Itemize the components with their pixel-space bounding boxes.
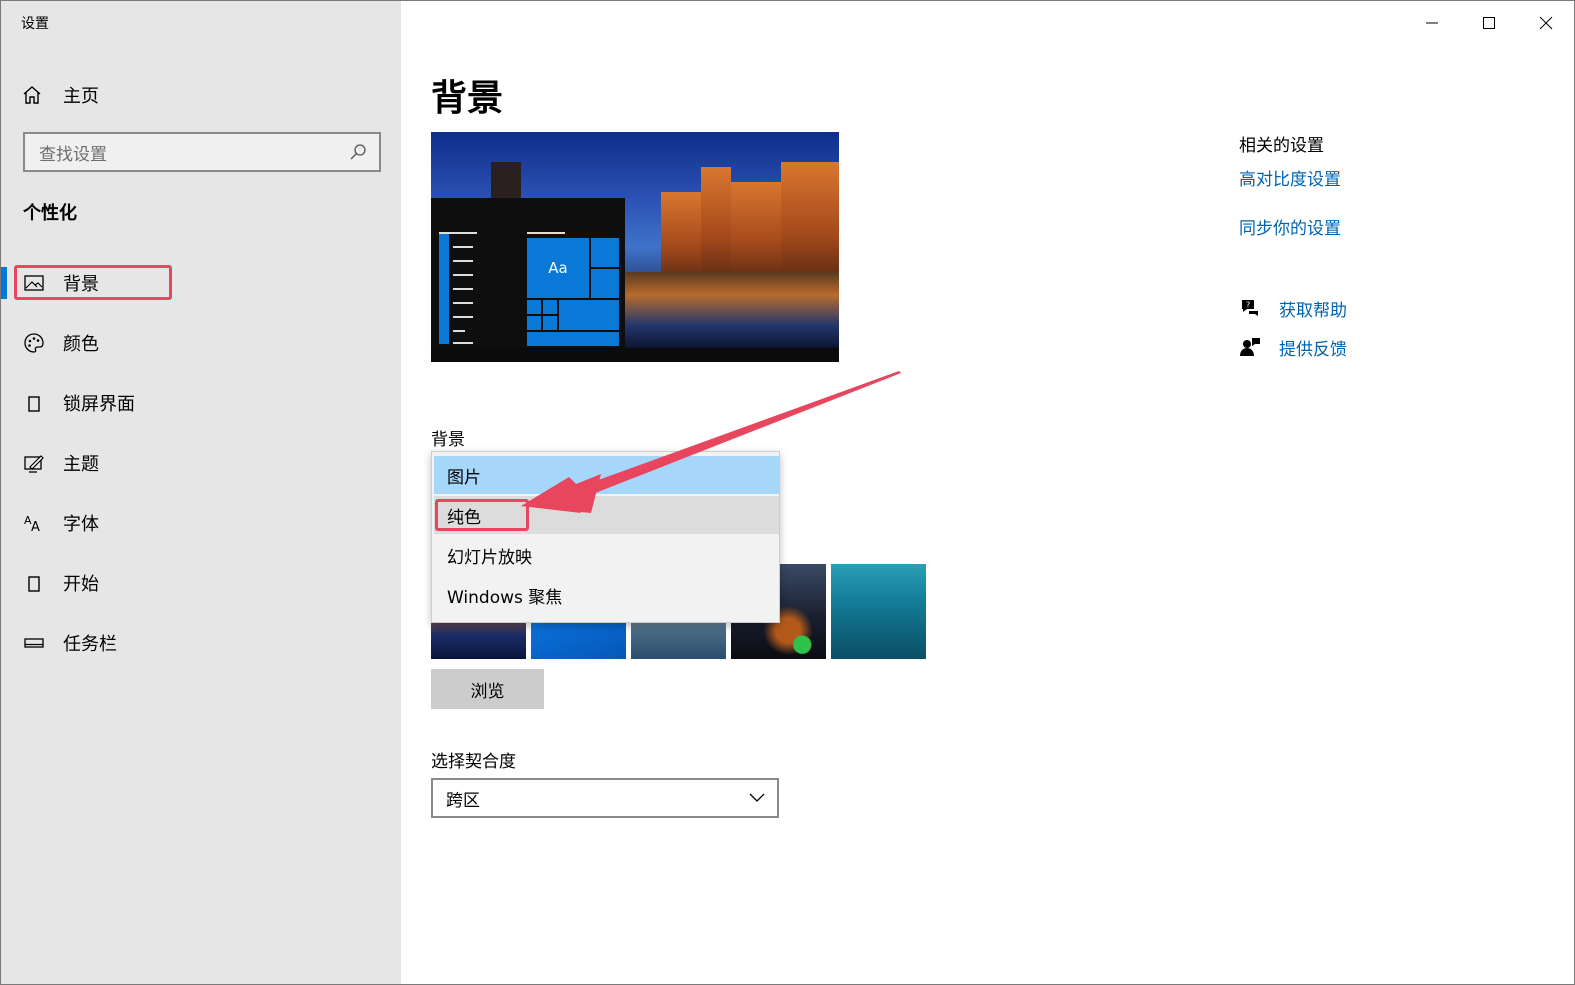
preview-menu-line [453, 330, 465, 332]
preview-menu-column [439, 234, 449, 344]
preview-menu-line [453, 260, 473, 262]
home-nav-item[interactable]: 主页 [21, 81, 99, 109]
sidebar-item-colors[interactable]: 颜色 [1, 313, 401, 373]
sidebar-nav: 背景 颜色 锁屏界面 主题 A A 字体 开始 任务栏 [1, 253, 401, 673]
background-type-dropdown[interactable]: 图片 纯色 幻灯片放映 Windows 聚焦 [431, 451, 780, 623]
sidebar: 设置 主页 查找设置 个性化 背景 颜色 锁屏界面 主题 A A 字体 开始 任… [1, 1, 401, 984]
sidebar-item-themes[interactable]: 主题 [1, 433, 401, 493]
svg-text:?: ? [1246, 301, 1250, 310]
preview-building [491, 162, 521, 202]
sidebar-item-label: 主题 [63, 454, 99, 475]
preview-building [661, 192, 701, 282]
background-preview: Aa [431, 132, 839, 362]
preview-water-reflection [621, 272, 839, 348]
preview-tile [559, 300, 619, 330]
home-label: 主页 [63, 86, 99, 107]
theme-icon [23, 452, 45, 474]
settings-window: 设置 主页 查找设置 个性化 背景 颜色 锁屏界面 主题 A A 字体 开始 任… [0, 0, 1575, 985]
annotation-highlight-box [435, 499, 529, 531]
palette-icon [23, 332, 45, 354]
fit-select-value: 跨区 [446, 790, 480, 811]
preview-menu-line [453, 274, 473, 276]
preview-tile [527, 316, 541, 330]
preview-tile [591, 269, 619, 298]
preview-menu-line [453, 342, 473, 344]
start-icon [23, 572, 45, 594]
sync-settings-link[interactable]: 同步你的设置 [1239, 214, 1341, 239]
search-input[interactable]: 查找设置 [39, 140, 349, 165]
related-settings: 相关的设置 高对比度设置 同步你的设置 [1239, 131, 1341, 239]
get-help-row[interactable]: ? 获取帮助 [1239, 295, 1347, 321]
background-type-label: 背景 [431, 430, 465, 450]
sidebar-item-label: 任务栏 [63, 634, 117, 655]
preview-building [701, 167, 731, 282]
preview-menu-line [453, 302, 473, 304]
dropdown-option-slideshow[interactable]: 幻灯片放映 [434, 536, 779, 574]
preview-building [781, 162, 839, 282]
preview-menu-line [453, 288, 473, 290]
sidebar-item-label: 颜色 [63, 334, 99, 355]
search-box[interactable]: 查找设置 [23, 132, 381, 172]
dropdown-option-picture[interactable]: 图片 [434, 456, 779, 494]
sidebar-item-start[interactable]: 开始 [1, 553, 401, 613]
preview-tile: Aa [527, 238, 589, 298]
high-contrast-link[interactable]: 高对比度设置 [1239, 165, 1341, 190]
sidebar-item-label: 锁屏界面 [63, 394, 135, 415]
sidebar-item-fonts[interactable]: AA 字体 [1, 493, 401, 553]
preview-building [731, 182, 781, 282]
font-icon: AA [23, 512, 45, 534]
lock-screen-icon [23, 392, 45, 414]
sidebar-item-label: 开始 [63, 574, 99, 595]
preview-tile [527, 332, 619, 346]
preview-taskbar [431, 348, 839, 362]
get-help-link[interactable]: 获取帮助 [1279, 296, 1347, 321]
preview-menu-line [527, 232, 565, 234]
home-icon [23, 86, 41, 104]
browse-button[interactable]: 浏览 [431, 669, 544, 709]
annotation-highlight-box [14, 265, 172, 300]
preview-start-menu: Aa [431, 198, 625, 348]
preview-menu-line [439, 232, 477, 234]
preview-tile [527, 300, 541, 314]
sidebar-item-label: 字体 [63, 514, 99, 535]
dropdown-option-windows-spotlight[interactable]: Windows 聚焦 [434, 576, 779, 614]
section-title: 个性化 [23, 203, 77, 224]
sidebar-item-background[interactable]: 背景 [1, 253, 401, 313]
main-content: 背景 Aa 背景 图片 纯色 幻灯片放映 Windows 聚焦 浏览 选择契合度… [401, 1, 1574, 984]
related-settings-title: 相关的设置 [1239, 136, 1324, 156]
feedback-row[interactable]: 提供反馈 [1239, 334, 1347, 360]
help-chat-icon: ? [1242, 300, 1258, 316]
preview-tile [543, 316, 557, 330]
sidebar-item-taskbar[interactable]: 任务栏 [1, 613, 401, 673]
fit-label: 选择契合度 [431, 752, 516, 772]
preview-tile [591, 238, 619, 267]
page-title: 背景 [431, 78, 504, 119]
feedback-link[interactable]: 提供反馈 [1279, 335, 1347, 360]
chevron-down-icon [749, 793, 765, 802]
preview-tile [543, 300, 557, 314]
app-title: 设置 [21, 16, 49, 32]
sidebar-item-lock-screen[interactable]: 锁屏界面 [1, 373, 401, 433]
feedback-person-icon [1240, 338, 1260, 356]
taskbar-icon [23, 632, 45, 654]
fit-select[interactable]: 跨区 [431, 778, 779, 818]
preview-menu-line [453, 316, 473, 318]
recent-image-thumbnail[interactable] [831, 564, 926, 659]
search-icon[interactable] [349, 143, 367, 161]
svg-text:A: A [31, 520, 40, 534]
preview-menu-line [453, 246, 473, 248]
